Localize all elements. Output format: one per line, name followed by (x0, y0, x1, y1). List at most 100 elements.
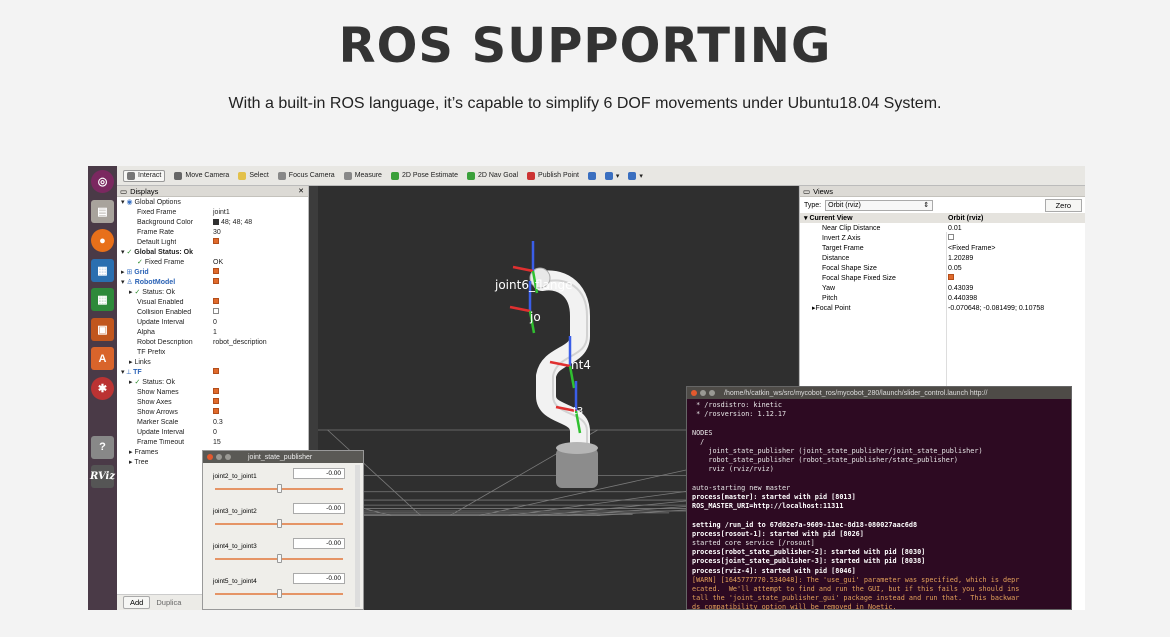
firefox-icon[interactable]: ● (91, 229, 114, 252)
joint-value-input[interactable]: -0.00 (293, 573, 345, 584)
toolbar-tool-0[interactable]: Interact (123, 169, 166, 182)
display-row[interactable]: TF Prefix (117, 347, 308, 357)
display-row[interactable]: ▾ ✓ Global Status: Ok (117, 247, 308, 257)
display-row[interactable]: ▸ ✓ Status: Ok (117, 377, 308, 387)
view-row[interactable]: Yaw 0.43039 (800, 283, 1085, 293)
current-view-header[interactable]: ▾ Current View Orbit (rviz) (800, 213, 1085, 223)
display-value[interactable] (213, 388, 219, 396)
display-row[interactable]: Show Axes (117, 397, 308, 407)
toolbar-tool-1[interactable]: Move Camera (174, 171, 229, 180)
toolbar-tool-8[interactable] (587, 171, 596, 180)
toolbar-tool-3[interactable]: Focus Camera (277, 171, 335, 180)
terminal-output[interactable]: * /rosdistro: kinetic * /rosversion: 1.1… (687, 399, 1071, 610)
display-row[interactable]: ▾ ◉ Global Options (117, 197, 308, 207)
display-value[interactable] (213, 238, 219, 246)
view-row[interactable]: Near Clip Distance 0.01 (800, 223, 1085, 233)
view-row[interactable]: Pitch 0.440398 (800, 293, 1085, 303)
display-value[interactable] (213, 268, 219, 276)
toolbar-tool-4[interactable]: Measure (343, 171, 382, 180)
display-row[interactable]: Visual Enabled (117, 297, 308, 307)
view-row[interactable]: Target Frame <Fixed Frame> (800, 243, 1085, 253)
slider-handle[interactable] (277, 484, 282, 493)
minimize-icon[interactable] (216, 454, 222, 460)
joint-value-input[interactable]: -0.00 (293, 468, 345, 479)
maximize-icon[interactable] (709, 390, 715, 396)
view-value[interactable] (948, 274, 954, 282)
view-key: Invert Z Axis (822, 234, 861, 242)
display-row[interactable]: Show Names (117, 387, 308, 397)
files-icon[interactable]: ▤ (91, 199, 114, 223)
display-value[interactable] (213, 398, 219, 406)
display-row[interactable]: ▸ ⊞ Grid (117, 267, 308, 277)
display-row[interactable]: ▸ ✓ Status: Ok (117, 287, 308, 297)
checkbox[interactable] (213, 308, 219, 314)
close-icon[interactable] (207, 454, 213, 460)
maximize-icon[interactable] (225, 454, 231, 460)
display-value[interactable] (213, 308, 219, 316)
toolbar-tool-5[interactable]: 2D Pose Estimate (390, 171, 458, 180)
close-icon[interactable]: ✕ (298, 187, 304, 195)
rviz-icon[interactable]: RViz (90, 465, 115, 488)
display-row[interactable]: ▾ ⟂ TF (117, 367, 308, 377)
display-row[interactable]: Frame Rate 30 (117, 227, 308, 237)
display-row[interactable]: Alpha 1 (117, 327, 308, 337)
checkbox[interactable] (948, 274, 954, 280)
display-row[interactable]: ▾ ♙ RobotModel (117, 277, 308, 287)
toolbar-tool-6[interactable]: 2D Nav Goal (466, 171, 518, 180)
view-row[interactable]: Focal Shape Size 0.05 (800, 263, 1085, 273)
display-row[interactable]: Update Interval 0 (117, 427, 308, 437)
checkbox[interactable] (213, 408, 219, 414)
checkbox[interactable] (213, 368, 219, 374)
slider-handle[interactable] (277, 589, 282, 598)
view-row[interactable]: Distance 1.20289 (800, 253, 1085, 263)
toolbar-tool-10[interactable]: ▾ (628, 171, 643, 180)
duplicate-button[interactable]: Duplica (156, 598, 181, 607)
display-row[interactable]: Update Interval 0 (117, 317, 308, 327)
toolbar-tool-9[interactable]: ▾ (604, 171, 619, 180)
display-value[interactable] (213, 368, 219, 376)
display-value[interactable] (213, 408, 219, 416)
checkbox[interactable] (213, 398, 219, 404)
settings-icon[interactable]: ✱ (91, 376, 114, 400)
view-value[interactable] (948, 234, 954, 242)
display-row[interactable]: Default Light (117, 237, 308, 247)
writer-icon[interactable]: ▦ (91, 258, 114, 282)
checkbox[interactable] (213, 278, 219, 284)
checkbox[interactable] (213, 238, 219, 244)
checkbox[interactable] (213, 268, 219, 274)
software-icon[interactable]: A (91, 347, 114, 370)
add-button[interactable]: Add (123, 596, 151, 609)
display-row[interactable]: Show Arrows (117, 407, 308, 417)
slider-handle[interactable] (277, 519, 282, 528)
display-row[interactable]: ✓ Fixed Frame OK (117, 257, 308, 267)
checkbox[interactable] (948, 234, 954, 240)
display-row[interactable]: Robot Description robot_description (117, 337, 308, 347)
scrollbar[interactable] (355, 465, 360, 607)
checkbox[interactable] (213, 388, 219, 394)
toolbar-tool-2[interactable]: Select (238, 171, 269, 180)
joint-value-input[interactable]: -0.00 (293, 538, 345, 549)
display-row[interactable]: Fixed Frame joint1 (117, 207, 308, 217)
view-type-select[interactable]: Orbit (rviz) ⇕ (825, 199, 934, 211)
impress-icon[interactable]: ▣ (91, 317, 114, 341)
joint-value-input[interactable]: -0.00 (293, 503, 345, 514)
display-row[interactable]: Background Color 48; 48; 48 (117, 217, 308, 227)
help-icon[interactable]: ? (91, 435, 114, 459)
zero-button[interactable]: Zero (1044, 199, 1082, 212)
display-row[interactable]: ▸ Links (117, 357, 308, 367)
minimize-icon[interactable] (700, 390, 706, 396)
close-icon[interactable] (691, 390, 697, 396)
ubuntu-icon[interactable]: ◎ (91, 170, 114, 193)
toolbar-tool-7[interactable]: Publish Point (527, 171, 579, 180)
calc-icon[interactable]: ▦ (91, 288, 114, 311)
display-value[interactable] (213, 298, 219, 306)
display-row[interactable]: Collision Enabled (117, 307, 308, 317)
checkbox[interactable] (213, 298, 219, 304)
view-row[interactable]: ▸ Focal Point -0.070648; -0.081499; 0.107… (800, 303, 1085, 313)
display-value[interactable] (213, 278, 219, 286)
display-row[interactable]: Marker Scale 0.3 (117, 417, 308, 427)
view-row[interactable]: Invert Z Axis (800, 233, 1085, 243)
view-row[interactable]: Focal Shape Fixed Size (800, 273, 1085, 283)
display-row[interactable]: Frame Timeout 15 (117, 437, 308, 447)
slider-handle[interactable] (277, 554, 282, 563)
